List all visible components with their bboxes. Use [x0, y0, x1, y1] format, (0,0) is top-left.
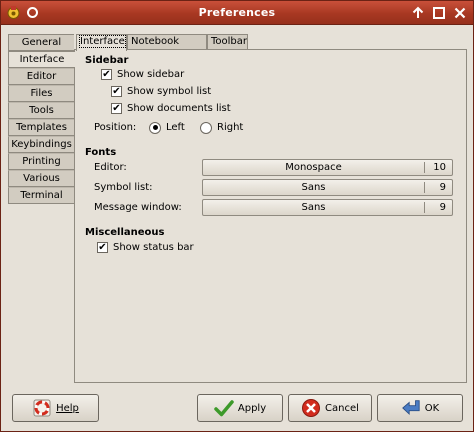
symbol-list-font-separator [424, 182, 425, 193]
tab-templates[interactable]: Templates [8, 119, 74, 136]
position-right-label: Right [217, 122, 244, 133]
apply-button-label: Apply [237, 402, 267, 414]
show-sidebar-label: Show sidebar [117, 69, 185, 80]
position-right-radio-button[interactable] [200, 121, 212, 134]
category-tabs: General Interface Editor Files Tools Tem… [8, 34, 75, 204]
help-button[interactable]: Help [12, 394, 99, 422]
show-documents-list-checkbox[interactable]: ✔ Show documents list [111, 102, 231, 115]
title-bar[interactable]: Preferences [1, 1, 473, 25]
symbol-list-font-button[interactable]: Sans 9 [202, 179, 453, 196]
apply-button[interactable]: Apply [197, 394, 283, 422]
ok-button-label: OK [424, 402, 440, 414]
tab-terminal[interactable]: Terminal [8, 187, 74, 204]
ok-arrow-icon [401, 400, 420, 415]
symbol-list-font-size: 9 [439, 182, 446, 193]
editor-font-name: Monospace [285, 162, 342, 173]
editor-font-separator [424, 162, 425, 173]
message-window-font-separator [424, 202, 425, 213]
editor-font-size: 10 [433, 162, 446, 173]
position-label: Position: [94, 122, 137, 133]
show-symbol-list-label: Show symbol list [127, 86, 212, 97]
position-right-radio[interactable]: Right [200, 121, 243, 134]
help-button-label: Help [56, 402, 79, 414]
show-symbol-list-checkbox[interactable]: ✔ Show symbol list [111, 85, 211, 98]
misc-section-title: Miscellaneous [85, 227, 165, 238]
cancel-button-label: Cancel [325, 402, 359, 414]
preferences-window: Preferences General Interface Editor Fil… [0, 0, 474, 432]
subtab-toolbar-label: Toolbar [211, 36, 248, 47]
tab-editor[interactable]: Editor [8, 68, 74, 85]
show-symbol-list-check[interactable]: ✔ [111, 86, 122, 97]
cancel-button[interactable]: Cancel [288, 394, 372, 422]
tab-various[interactable]: Various [8, 170, 74, 187]
subtab-toolbar[interactable]: Toolbar [207, 34, 248, 50]
ok-button[interactable]: OK [377, 394, 463, 422]
symbol-list-font-label: Symbol list: [94, 182, 153, 193]
editor-font-button[interactable]: Monospace 10 [202, 159, 453, 176]
tab-general[interactable]: General [8, 34, 74, 51]
window-title: Preferences [198, 6, 276, 19]
message-window-font-size: 9 [439, 202, 446, 213]
message-window-font-name: Sans [301, 202, 326, 213]
position-left-label: Left [166, 122, 185, 133]
show-sidebar-checkbox[interactable]: ✔ Show sidebar [101, 68, 184, 81]
fonts-section-title: Fonts [85, 147, 117, 158]
sidebar-section-title: Sidebar [85, 55, 129, 66]
tab-printing[interactable]: Printing [8, 153, 74, 170]
message-window-font-button[interactable]: Sans 9 [202, 199, 453, 216]
subtab-interface-label: Interface [79, 35, 126, 48]
show-documents-list-check[interactable]: ✔ [111, 103, 122, 114]
close-icon[interactable] [453, 6, 467, 20]
help-lifebuoy-icon [33, 399, 51, 417]
tab-tools[interactable]: Tools [8, 102, 74, 119]
maximize-icon[interactable] [432, 6, 446, 20]
show-status-bar-checkbox[interactable]: ✔ Show status bar [97, 241, 194, 254]
tab-keybindings[interactable]: Keybindings [8, 136, 74, 153]
subtab-interface[interactable]: Interface [76, 34, 127, 51]
show-status-bar-label: Show status bar [113, 242, 194, 253]
checkmark-icon [214, 400, 234, 417]
shade-up-icon[interactable] [411, 6, 425, 20]
position-left-radio-button[interactable] [149, 121, 161, 134]
show-sidebar-check[interactable]: ✔ [101, 69, 112, 80]
cancel-icon [302, 399, 321, 417]
show-documents-list-label: Show documents list [127, 103, 231, 114]
position-left-radio[interactable]: Left [149, 121, 185, 134]
tab-files[interactable]: Files [8, 85, 74, 102]
interface-panel [74, 49, 467, 383]
message-window-font-label: Message window: [94, 202, 182, 213]
subtab-notebook-tabs[interactable]: Notebook tabs [127, 34, 207, 61]
editor-font-label: Editor: [94, 162, 127, 173]
show-status-bar-check[interactable]: ✔ [97, 242, 108, 253]
symbol-list-font-name: Sans [301, 182, 326, 193]
tab-interface[interactable]: Interface [8, 51, 75, 68]
